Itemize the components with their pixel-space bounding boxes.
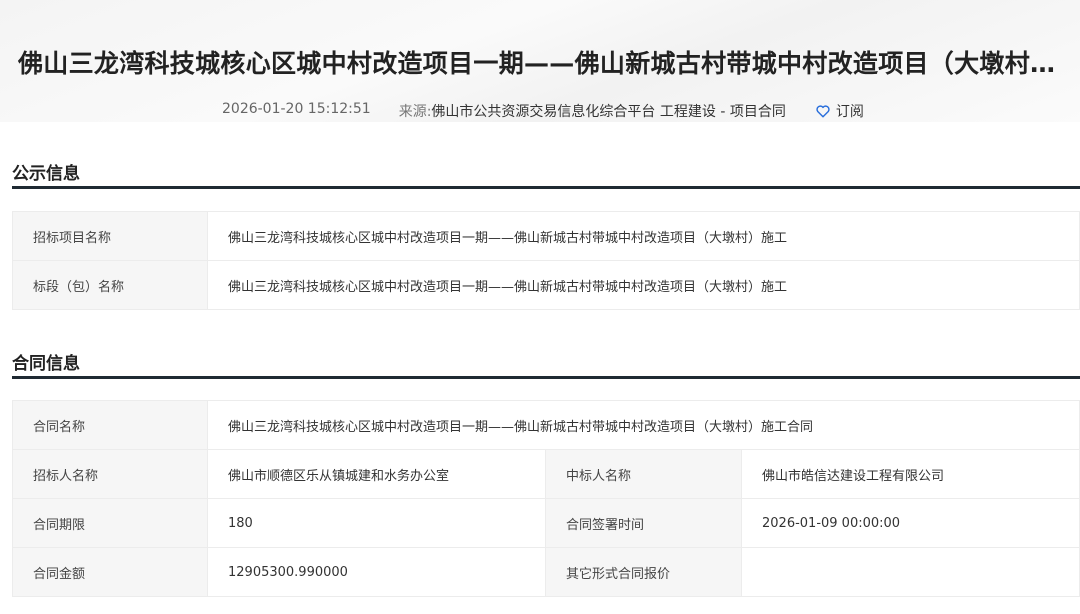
row-value: 佛山市皓信达建设工程有限公司 [741, 449, 1080, 499]
heart-icon [816, 104, 830, 117]
row-label: 中标人名称 [545, 449, 742, 499]
table-row: 招标人名称 佛山市顺德区乐从镇城建和水务办公室 中标人名称 佛山市皓信达建设工程有限公… [12, 449, 1080, 499]
row-label: 合同金额 [12, 547, 208, 597]
row-label: 合同期限 [12, 498, 208, 548]
row-label: 其它形式合同报价 [545, 547, 742, 597]
row-label: 合同名称 [12, 400, 208, 450]
subscribe-label: 订阅 [835, 104, 864, 120]
table-row: 合同名称 佛山三龙湾科技城核心区城中村改造项目一期——佛山新城古村带城中村改造项目… [12, 400, 1080, 450]
row-value: 佛山三龙湾科技城核心区城中村改造项目一期——佛山新城古村带城中村改造项目（大墩村… [207, 260, 1080, 310]
contract-table: 合同名称 佛山三龙湾科技城核心区城中村改造项目一期——佛山新城古村带城中村改造项目… [12, 400, 1080, 597]
table-row: 合同期限 180 合同签署时间 2026-01-09 00:00:00 [12, 498, 1080, 548]
table-row: 标段（包）名称 佛山三龙湾科技城核心区城中村改造项目一期——佛山新城古村带城中村改… [12, 260, 1080, 310]
row-label: 合同签署时间 [545, 498, 742, 548]
row-value: 佛山三龙湾科技城核心区城中村改造项目一期——佛山新城古村带城中村改造项目（大墩村… [207, 400, 1080, 450]
source-value: 佛山市公共资源交易信息化综合平台 工程建设 - 项目合同 [431, 104, 786, 120]
row-value [741, 547, 1080, 597]
section-divider [12, 376, 1080, 379]
row-value: 180 [207, 498, 546, 548]
row-value: 12905300.990000 [207, 547, 546, 597]
section-divider [12, 186, 1080, 189]
subscribe-button[interactable]: 订阅 [816, 101, 864, 121]
row-value: 佛山市顺德区乐从镇城建和水务办公室 [207, 449, 546, 499]
row-value: 2026-01-09 00:00:00 [741, 498, 1080, 548]
row-label: 招标项目名称 [12, 211, 208, 261]
table-row: 招标项目名称 佛山三龙湾科技城核心区城中村改造项目一期——佛山新城古村带城中村改造… [12, 211, 1080, 261]
row-label: 标段（包）名称 [12, 260, 208, 310]
page-title: 佛山三龙湾科技城核心区城中村改造项目一期——佛山新城古村带城中村改造项目（大墩村… [18, 49, 1078, 78]
notice-table: 招标项目名称 佛山三龙湾科技城核心区城中村改造项目一期——佛山新城古村带城中村改造… [12, 211, 1080, 310]
section-heading-contract: 合同信息 [12, 354, 80, 374]
publish-time: 2026-01-20 15:12:51 [222, 101, 371, 117]
source-label: 来源: [398, 104, 432, 120]
table-row: 合同金额 12905300.990000 其它形式合同报价 [12, 547, 1080, 597]
row-value: 佛山三龙湾科技城核心区城中村改造项目一期——佛山新城古村带城中村改造项目（大墩村… [207, 211, 1080, 261]
row-label: 招标人名称 [12, 449, 208, 499]
section-heading-notice: 公示信息 [12, 164, 80, 184]
meta-row: 2026-01-20 15:12:51 来源: 佛山市公共资源交易信息化综合平台… [222, 101, 864, 121]
